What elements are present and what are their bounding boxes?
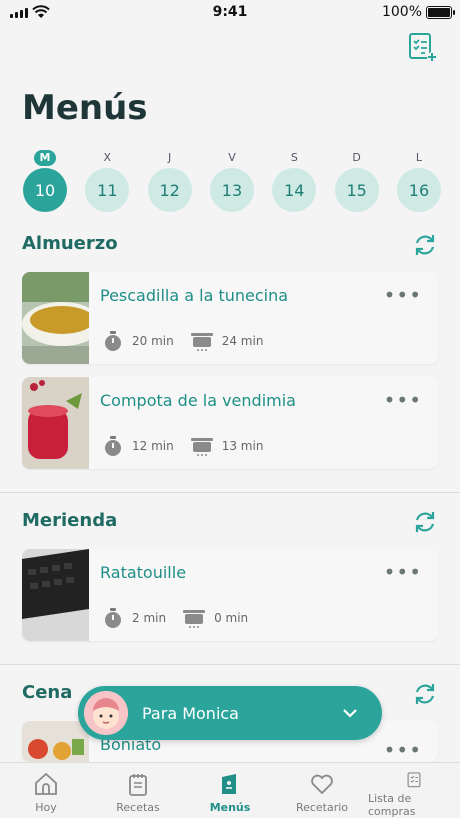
tab-label: Hoy — [35, 801, 57, 814]
recipe-name: Pescadilla a la tunecina — [100, 286, 289, 305]
pot-icon — [190, 438, 213, 456]
more-options-icon[interactable]: ••• — [384, 285, 422, 305]
tab-hoy[interactable]: Hoy — [0, 763, 92, 818]
day-weekday: V — [228, 151, 236, 164]
cook-time: 24 min — [221, 334, 264, 348]
profile-selector-button[interactable]: Para Monica — [78, 686, 382, 740]
more-options-icon[interactable]: ••• — [384, 390, 422, 410]
day-weekday: J — [168, 151, 172, 164]
prep-time: 2 min — [132, 611, 167, 625]
day-item[interactable]: D 15 — [334, 150, 380, 212]
timer-icon — [105, 608, 121, 628]
menu-icon — [222, 774, 236, 794]
section-title-snack: Merienda — [22, 510, 118, 531]
day-weekday: D — [352, 151, 361, 164]
day-weekday: M — [33, 150, 57, 166]
day-number: 13 — [209, 168, 254, 212]
pot-icon — [190, 333, 213, 351]
recipe-card[interactable]: Pescadilla a la tunecina ••• 20 min 24 m… — [22, 272, 438, 364]
tab-bar: Hoy Recetas Menús Recetario Lista de com… — [0, 762, 460, 818]
prep-time: 20 min — [132, 334, 174, 348]
day-item[interactable]: V 13 — [209, 150, 255, 212]
day-item[interactable]: L 16 — [396, 150, 442, 212]
section-divider — [0, 492, 460, 493]
more-options-icon[interactable]: ••• — [384, 740, 422, 760]
section-divider — [0, 664, 460, 665]
day-number: 15 — [334, 168, 379, 212]
chevron-down-icon — [343, 709, 357, 718]
recipe-times: 12 min 13 min — [102, 435, 263, 457]
refresh-icon[interactable] — [412, 232, 438, 258]
tab-recetas[interactable]: Recetas — [92, 763, 184, 818]
recipe-image — [22, 377, 89, 469]
day-number: 12 — [147, 168, 192, 212]
timer-icon — [105, 436, 121, 456]
refresh-icon[interactable] — [412, 509, 438, 535]
recipe-card[interactable]: Compota de la vendimia ••• 12 min 13 min — [22, 377, 438, 469]
day-item[interactable]: X 11 — [84, 150, 130, 212]
day-number: 14 — [272, 168, 317, 212]
cook-time: 13 min — [221, 439, 264, 453]
recipe-times: 20 min 24 min — [102, 330, 263, 352]
day-item[interactable]: J 12 — [147, 150, 193, 212]
recipe-card[interactable]: Ratatouille ••• 2 min 0 min — [22, 549, 438, 641]
timer-icon — [105, 331, 121, 351]
tab-label: Menús — [209, 801, 251, 814]
tab-menus[interactable]: Menús — [184, 763, 276, 818]
more-options-icon[interactable]: ••• — [384, 562, 422, 582]
recipe-times: 2 min 0 min — [102, 607, 248, 629]
day-number: 10 — [23, 168, 67, 212]
recipe-name: Ratatouille — [100, 563, 187, 582]
day-weekday: X — [103, 151, 112, 164]
cook-time: 0 min — [214, 611, 249, 625]
home-icon — [35, 772, 57, 795]
refresh-icon[interactable] — [412, 681, 438, 707]
recipe-image — [22, 721, 89, 762]
section-title-lunch: Almuerzo — [22, 233, 118, 254]
tab-label: Lista de compras — [368, 792, 416, 818]
profile-selector-label: Para Monica — [142, 703, 239, 723]
day-number: 16 — [396, 168, 441, 212]
tab-lista-compras[interactable]: Lista de compras — [368, 763, 460, 818]
add-list-icon[interactable] — [408, 32, 438, 64]
list-icon — [407, 772, 421, 788]
recipe-name: Compota de la vendimia — [100, 391, 296, 410]
recipe-image — [22, 549, 89, 641]
tab-recetario[interactable]: Recetario — [276, 763, 368, 818]
week-day-selector: M 10 X 11 J 12 V 13 S 14 D 15 L 16 — [22, 150, 442, 212]
tab-label: Recetas — [116, 801, 160, 814]
section-title-dinner: Cena — [22, 682, 73, 703]
battery-icon — [426, 6, 455, 19]
heart-icon — [311, 774, 333, 795]
day-item[interactable]: S 14 — [271, 150, 317, 212]
pot-icon — [183, 610, 206, 628]
prep-time: 12 min — [132, 439, 174, 453]
page-title: Menús — [22, 88, 148, 128]
day-weekday: L — [415, 151, 423, 164]
day-item[interactable]: M 10 — [22, 150, 68, 212]
tab-label: Recetario — [295, 801, 349, 814]
recipe-image — [22, 272, 89, 364]
baby-avatar-icon — [84, 691, 128, 735]
recipes-icon — [129, 774, 147, 796]
day-weekday: S — [290, 151, 298, 164]
status-bar: 9:41 100% — [0, 0, 460, 26]
day-number: 11 — [85, 168, 130, 212]
battery-percent: 100% — [381, 4, 422, 20]
